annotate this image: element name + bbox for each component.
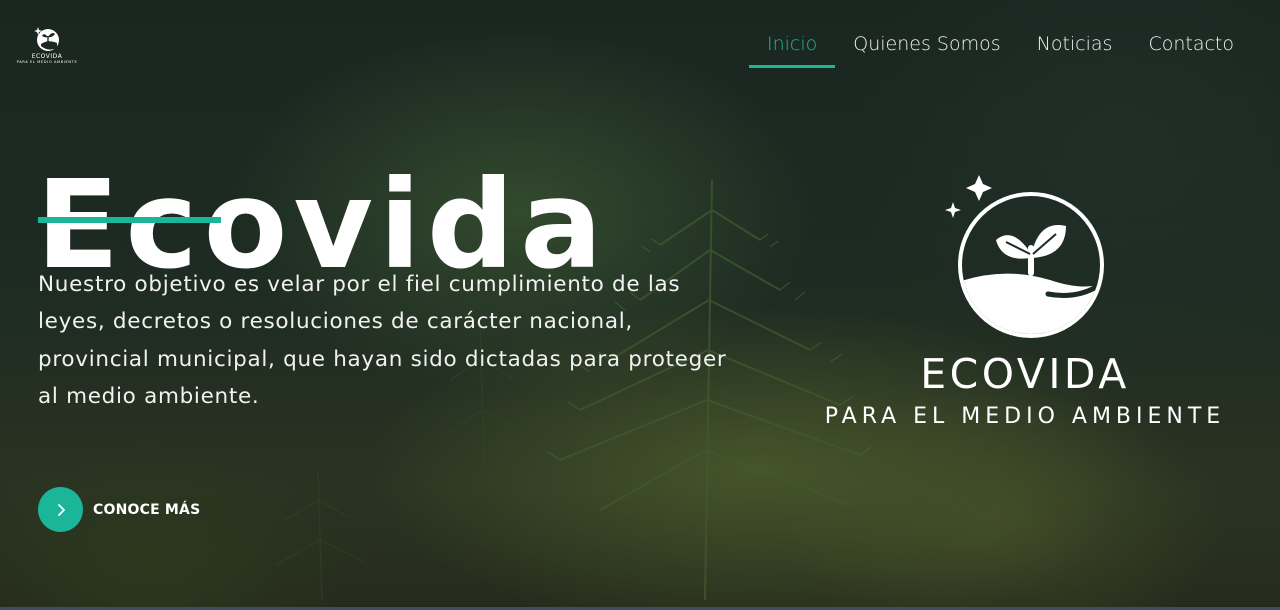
sprout-icon — [945, 175, 1104, 338]
badge-subtitle: PARA EL MEDIO AMBIENTE — [824, 404, 1226, 429]
cta-label: CONOCE MÁS — [93, 501, 201, 518]
header-logo[interactable]: ECOVIDA PARA EL MEDIO AMBIENTE — [10, 24, 84, 70]
cta-circle[interactable] — [38, 487, 83, 532]
nav-item-label: Quienes Somos — [853, 33, 1001, 55]
conoce-mas-button[interactable]: CONOCE MÁS — [38, 487, 200, 532]
nav-active-indicator — [748, 65, 836, 68]
sprout-logo-icon — [34, 27, 59, 51]
nav-item-label: Noticias — [1036, 33, 1113, 55]
main-nav: Inicio Quienes Somos Noticias Contacto — [748, 30, 1252, 70]
nav-item-noticias[interactable]: Noticias — [1019, 30, 1131, 68]
nav-item-quienes-somos[interactable]: Quienes Somos — [835, 30, 1018, 68]
header-logo-title: ECOVIDA — [31, 53, 63, 60]
header-logo-subtitle: PARA EL MEDIO AMBIENTE — [16, 60, 78, 64]
title-accent-bar — [38, 217, 221, 223]
nav-item-label: Contacto — [1148, 33, 1234, 55]
nav-item-inicio[interactable]: Inicio — [748, 30, 836, 68]
hero-description: Nuestro objetivo es velar por el fiel cu… — [38, 271, 727, 410]
badge-title: ECOVIDA — [920, 350, 1130, 398]
nav-item-contacto[interactable]: Contacto — [1130, 30, 1252, 68]
chevron-right-icon — [57, 503, 65, 516]
nav-item-label: Inicio — [766, 33, 818, 55]
hero-section: ECOVIDA PARA EL MEDIO AMBIENTE Inicio Qu… — [0, 0, 1280, 610]
